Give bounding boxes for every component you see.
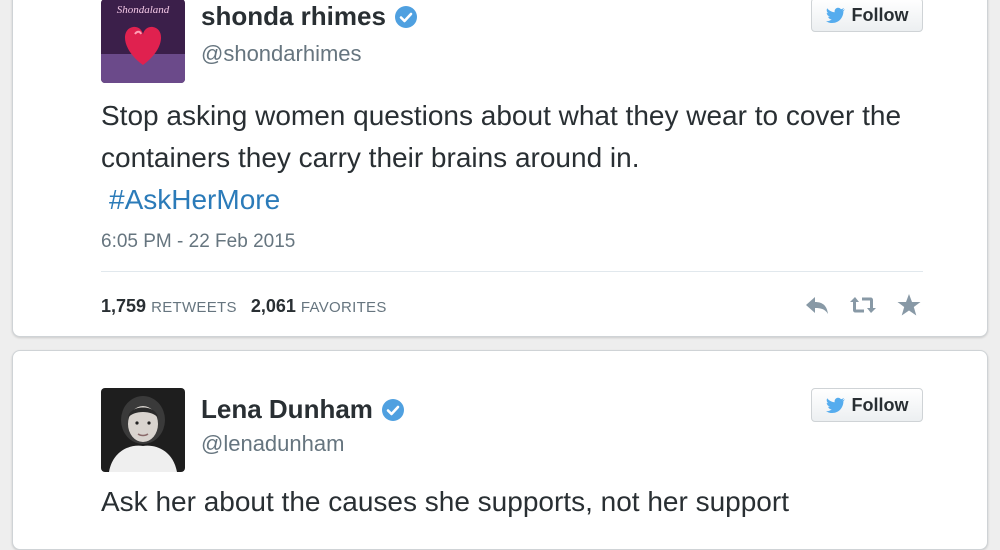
user-handle[interactable]: @shondarhimes <box>201 41 362 67</box>
author-row: Lena Dunham <box>201 394 405 425</box>
star-icon[interactable] <box>895 293 923 317</box>
tweet-text: Ask her about the causes she supports, n… <box>101 481 961 523</box>
author-row: shonda rhimes <box>201 1 418 32</box>
retweet-count: 1,759 <box>101 296 147 316</box>
twitter-bird-icon <box>825 7 846 23</box>
tweet-stats: 1,759 RETWEETS 2,061 FAVORITES <box>101 296 387 317</box>
display-name[interactable]: shonda rhimes <box>201 1 386 32</box>
verified-badge-icon <box>381 398 405 422</box>
retweet-icon[interactable] <box>849 293 877 317</box>
follow-button[interactable]: Follow <box>811 0 923 32</box>
favorite-count: 2,061 <box>250 296 296 316</box>
hashtag-link[interactable]: #AskHerMore <box>109 179 961 221</box>
retweet-stat[interactable]: 1,759 RETWEETS <box>101 296 237 317</box>
tweet-body: Stop asking women questions about what t… <box>101 100 902 173</box>
tweet-card: Shondaland shonda rhimes @shondarhimes F… <box>12 0 988 337</box>
follow-label: Follow <box>851 4 909 25</box>
favorite-label: FAVORITES <box>300 299 387 316</box>
tweet-body: Ask her about the causes she supports, n… <box>101 486 789 517</box>
tweet-actions <box>803 293 923 317</box>
user-handle[interactable]: @lenadunham <box>201 431 344 457</box>
tweet-card: Lena Dunham @lenadunham Follow Ask her a… <box>12 350 988 550</box>
favorite-stat[interactable]: 2,061 FAVORITES <box>251 296 387 317</box>
display-name[interactable]: Lena Dunham <box>201 394 373 425</box>
tweet-text: Stop asking women questions about what t… <box>101 95 961 221</box>
tweet-timestamp[interactable]: 6:05 PM - 22 Feb 2015 <box>101 231 295 253</box>
twitter-bird-icon <box>825 397 846 413</box>
follow-label: Follow <box>851 394 909 415</box>
avatar-logo-text: Shondaland <box>117 4 170 16</box>
follow-button[interactable]: Follow <box>811 388 923 422</box>
avatar[interactable]: Shondaland <box>101 0 185 83</box>
verified-badge-icon <box>394 5 418 29</box>
avatar[interactable] <box>101 388 185 472</box>
reply-icon[interactable] <box>803 293 831 317</box>
retweet-label: RETWEETS <box>151 299 237 316</box>
divider <box>101 271 923 272</box>
